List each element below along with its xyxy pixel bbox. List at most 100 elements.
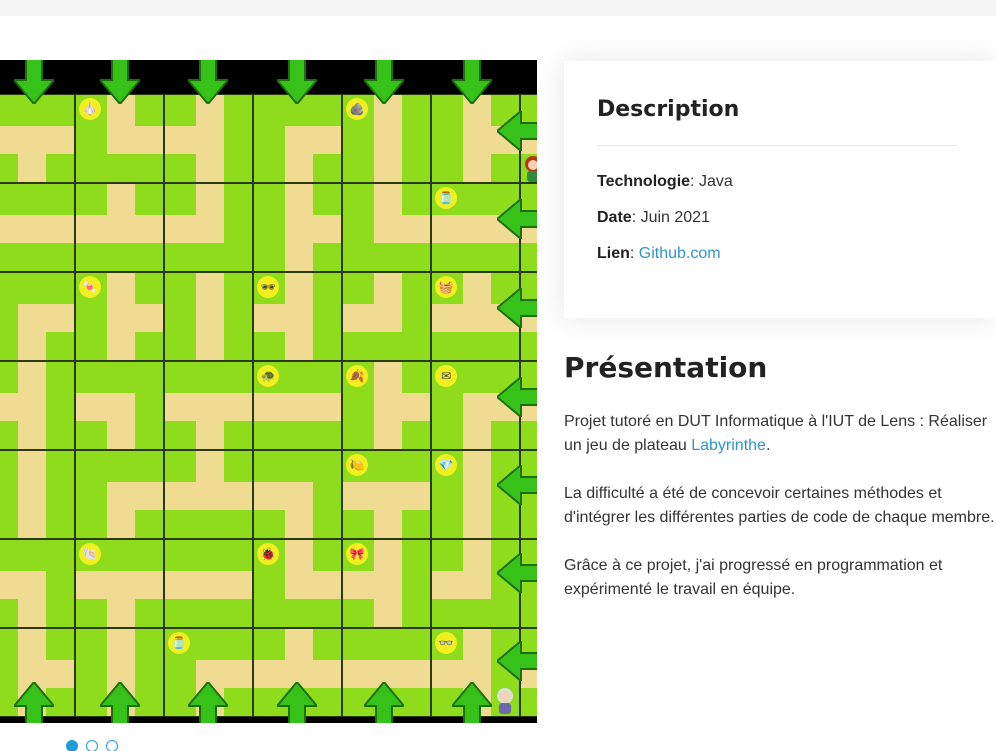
maze-path: [17, 629, 46, 660]
insert-arrow-icon: [364, 60, 404, 104]
pagination-dot[interactable]: [86, 740, 98, 751]
maze-path: [312, 392, 341, 421]
maze-path: [462, 125, 491, 154]
maze-path: [17, 153, 46, 182]
maze-path: [195, 273, 224, 304]
maze-tile: [75, 450, 164, 539]
pagination-dot[interactable]: [106, 740, 118, 751]
maze-path: [284, 214, 313, 243]
maze-path: [195, 153, 224, 182]
maze-tile: [164, 183, 253, 272]
maze-path: [17, 392, 46, 421]
maze-path: [373, 303, 402, 332]
presentation-p1-text: Projet tutoré en DUT Informatique à l'IU…: [564, 413, 988, 454]
maze-path: [462, 451, 491, 482]
maze-path: [195, 125, 224, 154]
maze-path: [373, 214, 402, 243]
insert-arrow-icon: [14, 682, 54, 723]
maze-path: [462, 540, 491, 571]
maze-path: [462, 392, 491, 421]
treasure-item: 🐞: [257, 543, 279, 565]
maze-tile: [164, 361, 253, 450]
maze-path: [17, 362, 46, 393]
treasure-item: 🫙: [435, 187, 457, 209]
maze-path: [223, 392, 252, 421]
maze-path: [195, 184, 224, 215]
maze-tile: [0, 94, 75, 183]
presentation-paragraph-1: Projet tutoré en DUT Informatique à l'IU…: [564, 410, 996, 458]
maze-path: [284, 629, 313, 660]
maze-tile: [253, 450, 342, 539]
maze-path: [373, 184, 402, 215]
maze-path: [76, 214, 107, 243]
maze-tile: [0, 450, 75, 539]
pagination-dot[interactable]: [66, 740, 78, 751]
maze-path: [462, 273, 491, 304]
maze-tile: [75, 361, 164, 450]
technology-value: : Java: [690, 173, 733, 190]
github-link[interactable]: Github.com: [639, 245, 721, 262]
maze-path: [0, 214, 18, 243]
maze-path: [17, 570, 46, 599]
maze-path: [106, 420, 135, 449]
labyrinthe-link[interactable]: Labyrinthe: [691, 437, 766, 454]
description-title: Description: [597, 97, 740, 122]
maze-path: [134, 481, 163, 510]
maze-path: [165, 481, 196, 510]
presentation-section: Présentation Projet tutoré en DUT Inform…: [564, 350, 996, 602]
presentation-paragraph-3: Grâce à ce projet, j'ai progressé en pro…: [564, 557, 943, 598]
presentation-title: Présentation: [564, 351, 768, 384]
maze-path: [462, 509, 491, 538]
treasure-item: 🫙: [168, 632, 190, 654]
maze-path: [432, 214, 463, 243]
maze-path: [0, 570, 18, 599]
maze-path: [195, 214, 224, 243]
top-band: [0, 0, 996, 16]
maze-path: [343, 303, 374, 332]
link-label: Lien: [597, 245, 630, 262]
maze-path: [165, 392, 196, 421]
maze-path: [432, 303, 463, 332]
maze-path: [373, 481, 402, 510]
maze-path: [106, 303, 135, 332]
maze-path: [106, 629, 135, 660]
maze-path: [312, 125, 341, 154]
treasure-item: 🍋: [346, 454, 368, 476]
maze-path: [343, 481, 374, 510]
maze-path: [284, 570, 313, 599]
maze-path: [432, 570, 463, 599]
maze-path: [106, 273, 135, 304]
maze-path: [462, 153, 491, 182]
maze-path: [284, 125, 313, 154]
treasure-item: 🕶: [257, 276, 279, 298]
maze-path: [17, 420, 46, 449]
player-pawn: [525, 156, 537, 182]
maze-path: [462, 481, 491, 510]
project-image-gallery[interactable]: 🧄 🪨 🫙 🍬 🕶 🧺 🐢 🍂 ✉ 🍋 💎 🐚 🐞 🎀 🫙 👓: [0, 60, 537, 723]
maze-tile: [253, 94, 342, 183]
maze-path: [17, 598, 46, 627]
player-pawn: [497, 688, 513, 714]
maze-path: [462, 570, 491, 599]
description-card: Description Technologie: Java Date: Juin…: [564, 61, 996, 318]
presentation-paragraph-2: La difficulté a été de concevoir certain…: [564, 485, 995, 526]
maze-path: [373, 273, 402, 304]
maze-path: [284, 509, 313, 538]
insert-arrow-icon: [497, 553, 537, 593]
maze-path: [284, 242, 313, 271]
insert-arrow-icon: [497, 641, 537, 681]
maze-path: [284, 184, 313, 215]
maze-path: [195, 392, 224, 421]
maze-path: [284, 273, 313, 304]
maze-path: [401, 481, 430, 510]
maze-path: [373, 420, 402, 449]
insert-arrow-icon: [452, 682, 492, 723]
maze-path: [373, 598, 402, 627]
date-label: Date: [597, 209, 632, 226]
maze-path: [312, 570, 341, 599]
maze-path: [106, 125, 135, 154]
maze-path: [106, 214, 135, 243]
maze-path: [284, 540, 313, 571]
maze-path: [401, 214, 430, 243]
treasure-item: 🧺: [435, 276, 457, 298]
